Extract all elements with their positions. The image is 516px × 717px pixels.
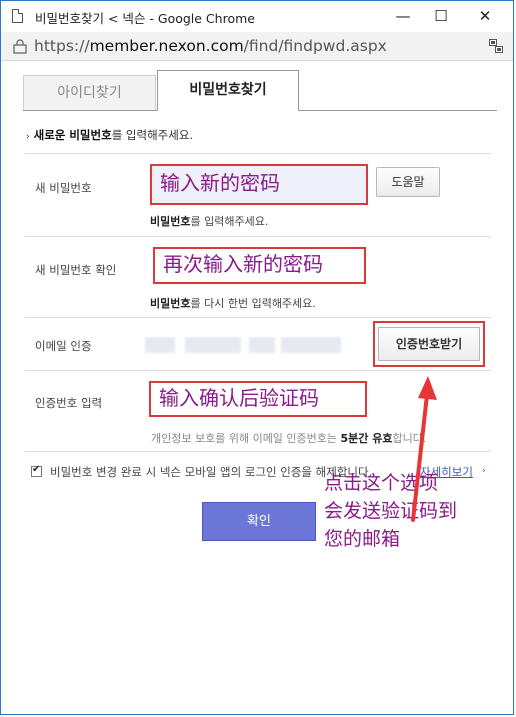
maximize-button[interactable]: ☐ [419, 1, 463, 32]
annotation-text: 点击这个选项 会发送验证码到 您的邮箱 [324, 469, 457, 553]
auth-button-highlight: 인증번호받기 [373, 321, 485, 367]
annotation-line: 您的邮箱 [324, 528, 401, 550]
email-auth-label: 이메일 인증 [35, 339, 92, 353]
confirm-button[interactable]: 확인 [202, 502, 316, 541]
confirm-password-input[interactable]: 再次输入新的密码 [153, 247, 366, 284]
code-input-label: 인증번호 입력 [35, 396, 103, 410]
divider [25, 236, 491, 237]
code-input[interactable]: 输入确认后验证码 [149, 381, 367, 417]
keys-icon[interactable] [489, 39, 503, 53]
address-url[interactable]: https://member.nexon.com/find/findpwd.as… [34, 37, 387, 55]
code-hint: 개인정보 보호를 위해 이메일 인증번호는 5분간 유효합니다. [151, 432, 427, 445]
divider [25, 153, 491, 154]
confirm-password-label: 새 비밀번호 확인 [35, 263, 117, 277]
intro-text: › 새로운 비밀번호를 입력해주세요. [26, 128, 194, 142]
tab-find-password[interactable]: 비밀번호찾기 [157, 70, 299, 111]
divider [25, 370, 491, 371]
browser-window: 비밀번호찾기 < 넥슨 - Google Chrome — ☐ ✕ https:… [0, 0, 514, 715]
help-button[interactable]: 도움말 [376, 167, 440, 197]
annotation-line: 会发送验证码到 [324, 500, 458, 522]
divider [25, 317, 491, 318]
title-bar: 비밀번호찾기 < 넥슨 - Google Chrome — ☐ ✕ [1, 1, 513, 32]
new-password-label: 새 비밀번호 [35, 181, 92, 195]
tab-find-id[interactable]: 아이디찾기 [23, 75, 156, 111]
new-password-hint: 비밀번호를 입력해주세요. [150, 215, 269, 228]
window-title: 비밀번호찾기 < 넥슨 - Google Chrome [35, 11, 255, 26]
page-icon [12, 9, 23, 23]
annotation-line: 点击这个选项 [324, 472, 439, 494]
confirm-password-hint: 비밀번호를 다시 한번 입력해주세요. [150, 297, 316, 310]
lock-icon [13, 39, 27, 54]
consent-checkbox[interactable] [31, 464, 42, 477]
bullet-arrow-icon: › [26, 132, 30, 142]
address-bar[interactable]: https://member.nexon.com/find/findpwd.as… [1, 32, 513, 61]
close-button[interactable]: ✕ [463, 1, 507, 32]
send-code-button[interactable]: 인증번호받기 [378, 327, 480, 361]
new-password-input[interactable]: 输入新的密码 [150, 164, 368, 205]
divider [25, 451, 491, 452]
page-content: 아이디찾기 비밀번호찾기 › 새로운 비밀번호를 입력해주세요. 새 비밀번호 输… [7, 61, 507, 711]
chevron-right-icon: › [482, 466, 486, 476]
email-address-blurred [145, 337, 345, 353]
